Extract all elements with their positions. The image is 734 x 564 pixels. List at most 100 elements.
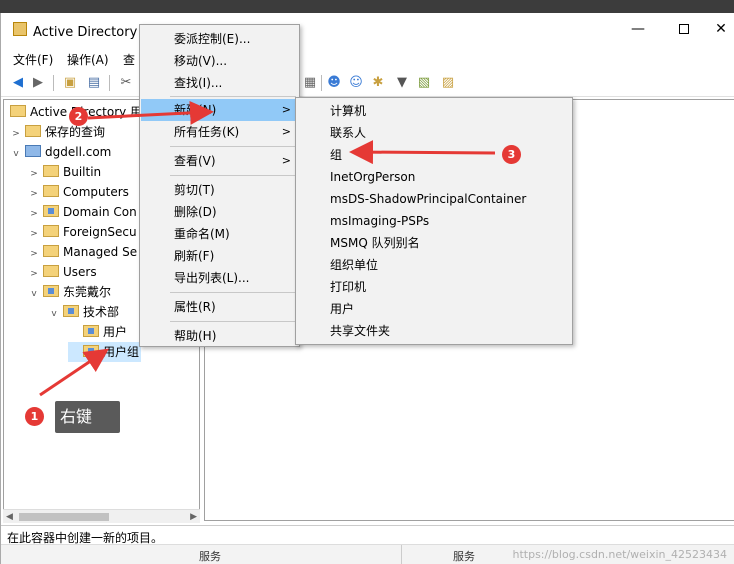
ctx-new[interactable]: 新建(N) > [141, 99, 299, 121]
annotation-callout: 右键 [55, 401, 120, 433]
new-group[interactable]: 组 [297, 144, 572, 166]
console-tree-icon[interactable]: ▤ [85, 74, 103, 92]
submenu-arrow-icon: > [281, 103, 291, 116]
folder-icon [25, 125, 41, 137]
tree-item-dongguan-dell[interactable]: v 东莞戴尔 [28, 282, 111, 302]
new-inetorgperson[interactable]: InetOrgPerson [297, 166, 572, 188]
new-shared-folder[interactable]: 共享文件夹 [297, 320, 572, 342]
folder-icon [43, 265, 59, 277]
status-bar: 在此容器中创建一新的项目。 [1, 525, 734, 545]
footer-label-right: 服务 [453, 550, 475, 563]
maximize-button[interactable] [661, 13, 707, 45]
expander-icon[interactable]: > [28, 164, 40, 184]
new-msimaging-psps[interactable]: msImaging-PSPs [297, 210, 572, 232]
ctx-properties[interactable]: 属性(R) [141, 296, 299, 318]
tree-item-foreign-security[interactable]: > ForeignSecu [28, 222, 137, 242]
expander-icon[interactable]: v [10, 144, 22, 164]
ctx-all-tasks[interactable]: 所有任务(K) > [141, 121, 299, 143]
new-user[interactable]: 用户 [297, 298, 572, 320]
cut-icon[interactable]: ✂ [117, 74, 135, 92]
maximize-icon [679, 24, 689, 34]
toolbar-separator [321, 75, 322, 91]
ctx-find[interactable]: 查找(I)... [141, 72, 299, 94]
list-icon[interactable]: ▦ [301, 74, 319, 92]
scrollbar-thumb[interactable] [19, 513, 109, 521]
watermark: https://blog.csdn.net/weixin_42523434 [512, 548, 727, 561]
tree-item-domain-controllers[interactable]: > Domain Con [28, 202, 137, 222]
ctx-label: 帮助(H) [174, 329, 217, 343]
ctx-export-list[interactable]: 导出列表(L)... [141, 267, 299, 289]
tree-item-tech-dept[interactable]: v 技术部 [48, 302, 119, 322]
new-shadow-principal-container[interactable]: msDS-ShadowPrincipalContainer [297, 188, 572, 210]
tree-item-computers[interactable]: > Computers [28, 182, 129, 202]
ctx-delegate-control[interactable]: 委派控制(E)... [141, 28, 299, 50]
back-icon[interactable]: ◀ [9, 74, 27, 92]
expander-icon[interactable]: > [28, 264, 40, 284]
new-printer[interactable]: 打印机 [297, 276, 572, 298]
tree-item-builtin[interactable]: > Builtin [28, 162, 101, 182]
expander-icon[interactable]: > [10, 124, 22, 144]
menu-bar: 文件(F) 操作(A) 查 [1, 49, 734, 69]
menu-view[interactable]: 查 [123, 51, 135, 68]
tree-item-saved-queries[interactable]: > 保存的查询 [10, 122, 105, 142]
tree-horizontal-scrollbar[interactable]: ◀ ▶ [3, 509, 200, 523]
annotation-badge-1: 1 [25, 407, 44, 426]
ou-folder-icon [43, 205, 59, 217]
ctx-label: 查看(V) [174, 154, 216, 168]
ctx-label: 查找(I)... [174, 76, 223, 90]
ctx-label: 删除(D) [174, 205, 217, 219]
scroll-right-icon[interactable]: ▶ [190, 510, 197, 524]
toolbar: ◀ ▶ ▣ ▤ ✂ ▦ ☻ ☺ ✱ ▼ ▧ ▨ [1, 71, 734, 97]
expander-icon[interactable]: > [28, 224, 40, 244]
tree-item-user-group-ou[interactable]: 用户组 [68, 342, 142, 362]
filter-icon[interactable]: ▼ [393, 74, 411, 92]
footer-strip: 服务 服务 https://blog.csdn.net/weixin_42523… [1, 544, 734, 564]
ou-folder-icon [63, 305, 79, 317]
new-msmq-queue-alias[interactable]: MSMQ 队列别名 [297, 232, 572, 254]
ctx-label: 重命名(M) [174, 227, 230, 241]
folder-icon [43, 245, 59, 257]
tree-item-users[interactable]: > Users [28, 262, 97, 282]
tree-item-domain[interactable]: v dgdell.com [10, 142, 111, 162]
ctx-delete[interactable]: 删除(D) [141, 201, 299, 223]
tree-item-user-ou[interactable]: 用户 [68, 322, 127, 342]
users-icon[interactable]: ☺ [347, 74, 365, 92]
ctx-separator [170, 175, 296, 176]
group-add-icon[interactable]: ✱ [369, 74, 387, 92]
scroll-left-icon[interactable]: ◀ [6, 510, 13, 524]
expander-icon[interactable]: v [28, 284, 40, 304]
folder-icon [43, 225, 59, 237]
ctx-rename[interactable]: 重命名(M) [141, 223, 299, 245]
tree-item-label: 技术部 [83, 305, 120, 319]
app-icon [13, 22, 27, 36]
expander-icon[interactable]: v [48, 304, 60, 324]
ctx-separator [170, 321, 296, 322]
new-computer[interactable]: 计算机 [297, 100, 572, 122]
ctx-view[interactable]: 查看(V) > [141, 150, 299, 172]
folder-icon [43, 185, 59, 197]
expander-icon[interactable]: > [28, 184, 40, 204]
ctx-move[interactable]: 移动(V)... [141, 50, 299, 72]
expander-icon[interactable]: > [28, 204, 40, 224]
tree-item-label: Domain Con [63, 205, 137, 219]
close-button[interactable]: ✕ [707, 13, 734, 45]
ctx-cut[interactable]: 剪切(T) [141, 179, 299, 201]
ctx-refresh[interactable]: 刷新(F) [141, 245, 299, 267]
forward-icon[interactable]: ▶ [29, 74, 47, 92]
refresh-icon[interactable]: ▨ [439, 74, 457, 92]
menu-file[interactable]: 文件(F) [13, 51, 53, 68]
ctx-label: 剪切(T) [174, 183, 215, 197]
properties-icon[interactable]: ▧ [415, 74, 433, 92]
footer-separator [401, 545, 402, 564]
expander-icon[interactable]: > [28, 244, 40, 264]
ctx-label: 新建(N) [174, 103, 217, 117]
folder-up-icon[interactable]: ▣ [61, 74, 79, 92]
tree-item-managed-service[interactable]: > Managed Se [28, 242, 137, 262]
new-organizational-unit[interactable]: 组织单位 [297, 254, 572, 276]
ctx-help[interactable]: 帮助(H) [141, 325, 299, 347]
menu-action[interactable]: 操作(A) [67, 51, 109, 68]
minimize-button[interactable]: — [615, 13, 661, 45]
new-contact[interactable]: 联系人 [297, 122, 572, 144]
user-icon[interactable]: ☻ [325, 74, 343, 92]
annotation-badge-3: 3 [502, 145, 521, 164]
